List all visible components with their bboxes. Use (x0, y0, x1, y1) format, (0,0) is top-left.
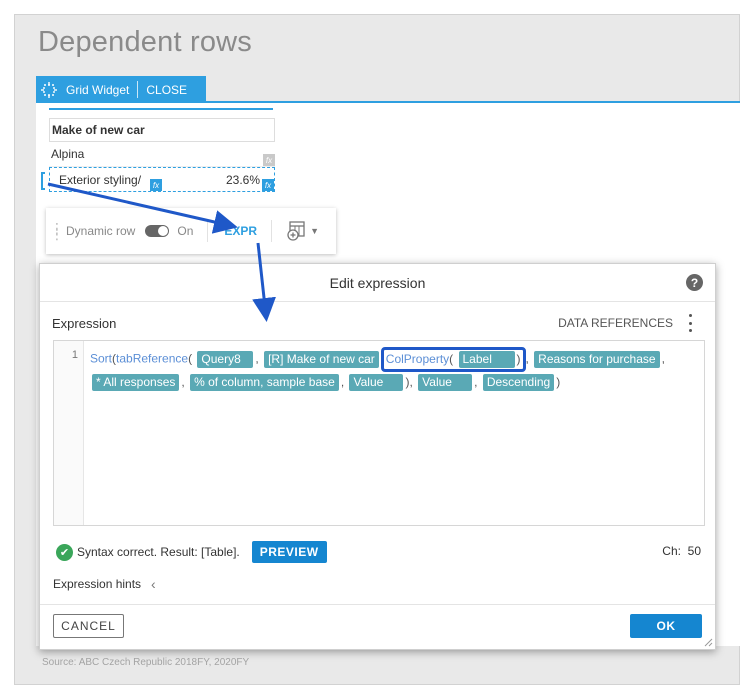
dialog-title: Edit expression (40, 264, 715, 302)
code-token[interactable]: Query8 (197, 351, 254, 368)
add-column-menu[interactable]: ▼ (286, 221, 319, 241)
edit-expression-dialog: Edit expression ? Expression DATA REFERE… (39, 263, 716, 650)
expr-button[interactable]: EXPR (224, 224, 257, 238)
fx-icon[interactable]: fx (150, 179, 162, 191)
code-token[interactable]: [R] Make of new car (264, 351, 379, 368)
preview-button[interactable]: PREVIEW (251, 541, 327, 563)
grid-table: Make of new car Alpina fx Exterior styli… (49, 118, 275, 192)
code-token[interactable]: Value (349, 374, 404, 392)
toolbar-divider (271, 220, 273, 242)
row-toolbar: ⋮ ⋮ Dynamic row On EXPR ▼ (46, 208, 336, 254)
fx-icon[interactable]: fx (262, 179, 274, 191)
fx-icon[interactable]: fx (263, 154, 275, 166)
row-selection-bracket (41, 172, 45, 190)
ch-value: 50 (687, 544, 701, 558)
close-button[interactable]: CLOSE (138, 83, 195, 97)
highlight-box: ColProperty( Label) (380, 347, 526, 372)
code-token[interactable]: Label (458, 351, 515, 369)
code-function: tabReference (116, 351, 189, 366)
grid-selection-line (49, 108, 273, 110)
line-number: 1 (71, 349, 78, 361)
code-token[interactable]: Descending (482, 374, 555, 392)
line-gutter: 1 (54, 341, 84, 525)
row-label: Alpina (51, 147, 85, 161)
table-add-icon (287, 221, 305, 241)
select-frame-icon[interactable] (38, 76, 60, 103)
code-token[interactable]: * All responses (92, 374, 180, 392)
grid-header-cell[interactable]: Make of new car (49, 118, 275, 142)
chevron-left-icon: ‹ (151, 576, 156, 592)
more-options-icon[interactable] (687, 314, 693, 332)
expression-hints-label: Expression hints (53, 577, 142, 591)
check-circle-icon: ✔ (56, 543, 73, 561)
expression-editor[interactable]: 1 Sort(tabReference( Query8, [R] Make of… (53, 340, 705, 526)
grid-widget-label: Grid Widget (66, 82, 130, 97)
code-function: ColProperty (385, 352, 450, 366)
expression-hints-toggle[interactable]: Expression hints ‹ (53, 576, 156, 592)
row-value: 23.6% (225, 172, 260, 187)
help-icon[interactable]: ? (686, 274, 703, 291)
code-token[interactable]: Value (418, 374, 473, 392)
source-caption: Source: ABC Czech Republic 2018FY, 2020F… (42, 657, 250, 668)
toggle-state-label: On (177, 224, 194, 238)
code-token[interactable]: Reasons for purchase (534, 351, 660, 368)
expression-code[interactable]: Sort(tabReference( Query8, [R] Make of n… (90, 347, 700, 393)
footer-divider (40, 604, 715, 605)
resize-grip-icon[interactable] (703, 637, 713, 647)
chevron-down-icon: ▼ (310, 226, 319, 236)
syntax-status: ✔ Syntax correct. Result: [Table]. PREVI… (56, 541, 327, 563)
code-function: Sort (90, 351, 113, 366)
toolbar-divider (207, 220, 209, 242)
drag-handle-icon[interactable]: ⋮ ⋮ (50, 221, 64, 241)
ok-button[interactable]: OK (630, 614, 702, 638)
row-label: Exterior styling/ (59, 172, 142, 187)
grid-widget-toolbar: Grid Widget CLOSE (36, 76, 206, 103)
dynamic-row-toggle[interactable] (145, 225, 170, 237)
table-row-selected[interactable]: Exterior styling/ fx 23.6% fx (49, 167, 275, 192)
ch-label: Ch: (662, 544, 681, 558)
expression-label: Expression (52, 316, 117, 331)
character-count: Ch: 50 (662, 544, 701, 558)
cancel-button[interactable]: CANCEL (53, 614, 124, 638)
code-token[interactable]: % of column, sample base (190, 374, 339, 392)
syntax-status-text: Syntax correct. Result: [Table]. (77, 545, 240, 559)
grid-header-label: Make of new car (52, 123, 145, 137)
table-row[interactable]: Alpina fx (49, 142, 275, 167)
page-title: Dependent rows (38, 26, 252, 58)
data-references-button[interactable]: DATA REFERENCES (558, 316, 673, 330)
dynamic-row-label: Dynamic row (66, 224, 136, 238)
